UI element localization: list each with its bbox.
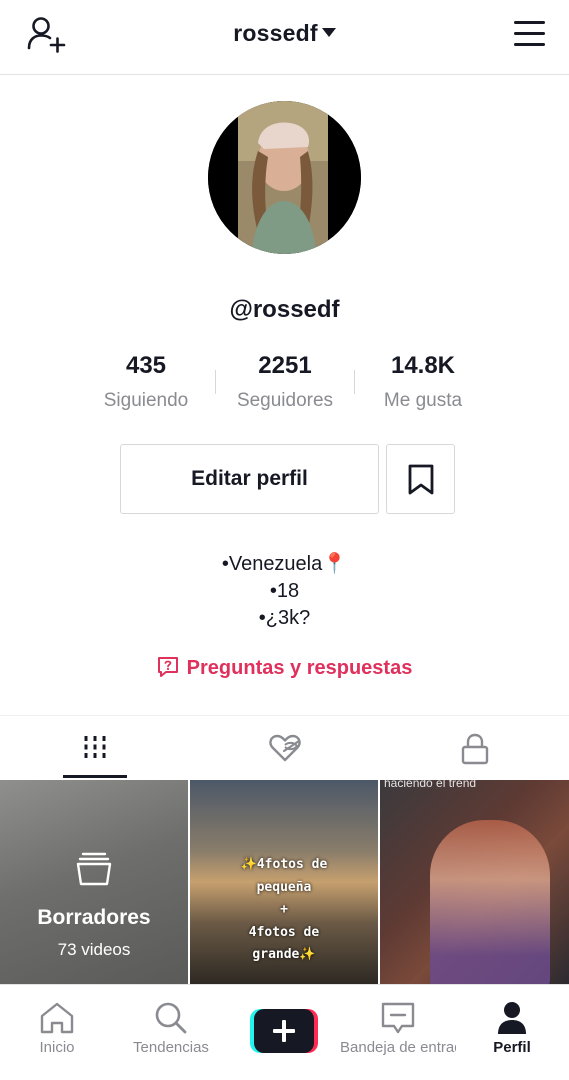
bio-line: •Venezuela📍: [221, 553, 348, 575]
nav-profile[interactable]: Perfil: [476, 985, 548, 1080]
profile-handle: @rossedf: [229, 296, 340, 323]
drafts-tile[interactable]: Borradores 73 videos: [0, 780, 188, 984]
nav-home-label: Inicio: [39, 1039, 75, 1056]
question-bubble-icon: [157, 656, 178, 677]
bio-line: •¿3k?: [258, 607, 311, 629]
video-overlay-text: ✨4fotos de pequeña + 4fotos de grande✨: [190, 854, 378, 967]
nav-discover[interactable]: Tendencias: [120, 985, 222, 1080]
tab-private[interactable]: [380, 716, 569, 781]
search-icon: [155, 1002, 187, 1034]
hamburger-menu-icon[interactable]: [514, 21, 545, 47]
active-tab-indicator: [63, 775, 127, 778]
stat-following-value: 435: [125, 352, 167, 379]
stat-likes-value: 14.8K: [390, 352, 456, 379]
stat-likes[interactable]: 14.8K Me gusta: [353, 352, 493, 412]
chevron-down-icon: [321, 28, 336, 38]
drafts-title: Borradores: [37, 906, 151, 929]
bottom-nav: Inicio Tendencias Bandeja de entrada Per…: [0, 984, 569, 1080]
create-button[interactable]: [250, 1009, 318, 1053]
lock-icon: [461, 733, 489, 765]
overlay-line: ✨4fotos de: [240, 857, 328, 872]
bio-line: •18: [269, 580, 300, 602]
tab-videos[interactable]: [0, 716, 190, 781]
stat-followers[interactable]: 2251 Seguidores: [215, 352, 355, 412]
stat-followers-value: 2251: [258, 352, 312, 379]
nav-profile-label: Perfil: [493, 1039, 531, 1056]
overlay-line: pequeña: [256, 879, 312, 895]
bookmark-icon: [408, 464, 434, 495]
top-bar: rossedf: [0, 0, 569, 75]
stat-likes-label: Me gusta: [383, 390, 463, 411]
avatar[interactable]: [208, 101, 361, 254]
profile-stats: 435 Siguiendo 2251 Seguidores 14.8K Me g…: [0, 352, 569, 422]
overlay-line: +: [280, 902, 288, 917]
drafts-icon: [76, 852, 112, 886]
nav-discover-label: Tendencias: [133, 1039, 209, 1056]
edit-profile-button[interactable]: Editar perfil: [120, 444, 379, 514]
overlay-line: 4fotos de: [248, 924, 320, 940]
overlay-line: grande✨: [252, 947, 316, 962]
video-thumbnail[interactable]: haciendo el trend: [380, 780, 569, 984]
video-person-image: [430, 820, 550, 984]
account-switcher[interactable]: rossedf: [0, 20, 569, 47]
stat-following[interactable]: 435 Siguiendo: [76, 352, 216, 412]
grid-icon: [84, 736, 106, 758]
drafts-count: 73 videos: [57, 940, 131, 959]
video-caption: haciendo el trend: [384, 780, 477, 790]
inbox-icon: [381, 1002, 415, 1034]
qa-label: Preguntas y respuestas: [186, 657, 413, 679]
bookmark-button[interactable]: [386, 444, 455, 514]
nav-inbox[interactable]: Bandeja de entrada: [340, 985, 456, 1080]
stat-following-label: Siguiendo: [103, 390, 189, 411]
video-thumbnail[interactable]: ✨4fotos de pequeña + 4fotos de grande✨: [190, 780, 378, 984]
header-username: rossedf: [233, 20, 318, 46]
nav-inbox-label: Bandeja de entrada: [340, 1039, 456, 1056]
video-grid: Borradores 73 videos ✨4fotos de pequeña …: [0, 780, 569, 984]
tab-liked[interactable]: [190, 716, 380, 781]
home-icon: [40, 1002, 74, 1034]
heart-hidden-icon: [269, 734, 301, 762]
profile-icon: [498, 1002, 526, 1034]
profile-bio: •Venezuela📍 •18 •¿3k?: [0, 551, 569, 632]
stat-followers-label: Seguidores: [236, 390, 334, 411]
nav-home[interactable]: Inicio: [14, 985, 100, 1080]
qa-link[interactable]: Preguntas y respuestas: [0, 656, 569, 680]
profile-tabs: [0, 715, 569, 780]
